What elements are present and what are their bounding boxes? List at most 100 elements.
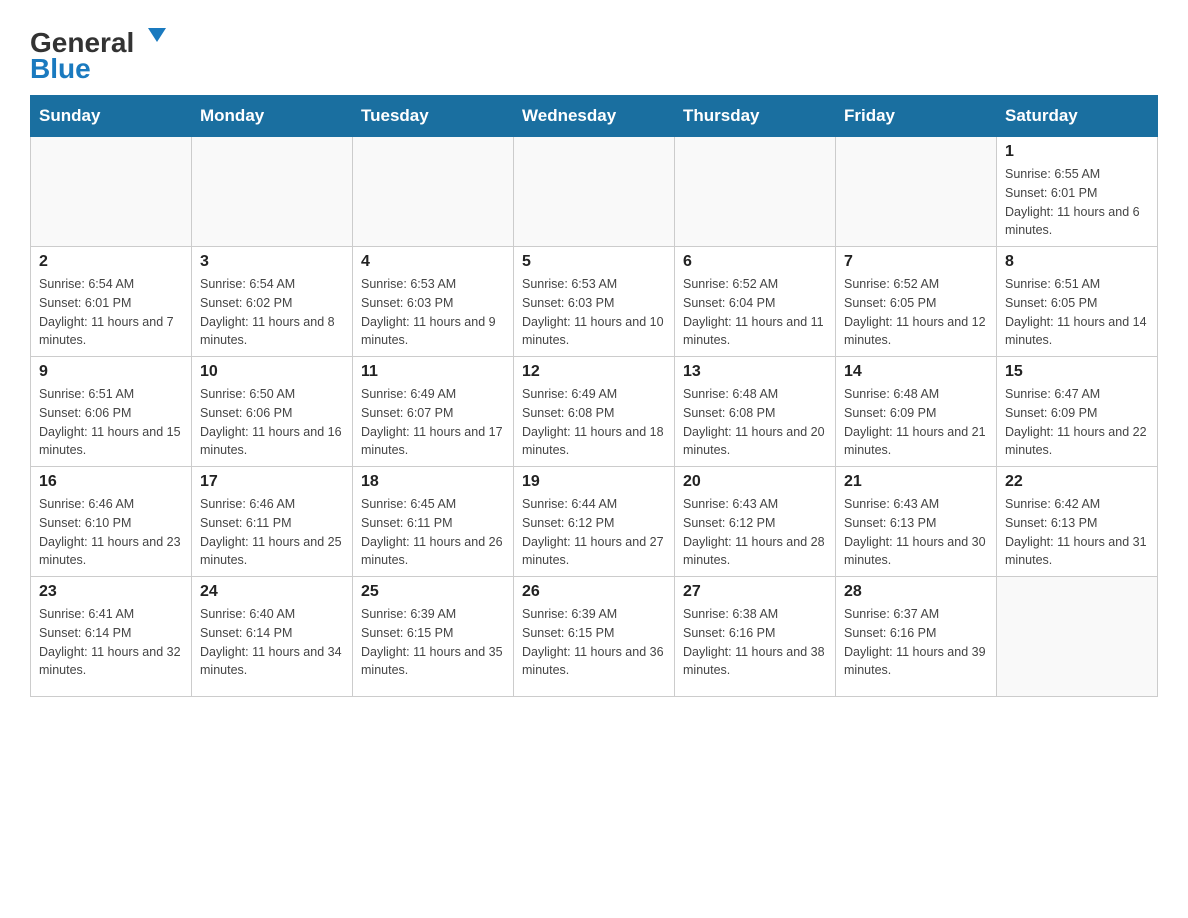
col-header-wednesday: Wednesday: [514, 96, 675, 137]
day-number: 18: [361, 473, 505, 491]
day-info: Sunrise: 6:52 AMSunset: 6:04 PMDaylight:…: [683, 275, 827, 350]
calendar-cell: [836, 137, 997, 247]
day-info: Sunrise: 6:55 AMSunset: 6:01 PMDaylight:…: [1005, 165, 1149, 240]
calendar-cell: [31, 137, 192, 247]
calendar-cell: 22 Sunrise: 6:42 AMSunset: 6:13 PMDayligh…: [997, 467, 1158, 577]
day-number: 24: [200, 583, 344, 601]
day-number: 28: [844, 583, 988, 601]
calendar-cell: [192, 137, 353, 247]
day-number: 13: [683, 363, 827, 381]
calendar-cell: 14Sunrise: 6:48 AMSunset: 6:09 PMDayligh…: [836, 357, 997, 467]
calendar-table: SundayMondayTuesdayWednesdayThursdayFrid…: [30, 95, 1158, 697]
day-info: Sunrise: 6:51 AMSunset: 6:05 PMDaylight:…: [1005, 275, 1149, 350]
day-info: Sunrise: 6:48 AMSunset: 6:08 PMDaylight:…: [683, 385, 827, 460]
day-number: 2: [39, 253, 183, 271]
day-info: Sunrise: 6:50 AMSunset: 6:06 PMDaylight:…: [200, 385, 344, 460]
calendar-cell: 18 Sunrise: 6:45 AMSunset: 6:11 PMDayligh…: [353, 467, 514, 577]
day-info: Sunrise: 6:51 AMSunset: 6:06 PMDaylight:…: [39, 385, 183, 460]
calendar-cell: 1 Sunrise: 6:55 AMSunset: 6:01 PMDaylight…: [997, 137, 1158, 247]
day-number: 26: [522, 583, 666, 601]
calendar-week-row: 9 Sunrise: 6:51 AMSunset: 6:06 PMDaylight…: [31, 357, 1158, 467]
calendar-cell: 8 Sunrise: 6:51 AMSunset: 6:05 PMDaylight…: [997, 247, 1158, 357]
calendar-week-row: 1 Sunrise: 6:55 AMSunset: 6:01 PMDaylight…: [31, 137, 1158, 247]
day-number: 10: [200, 363, 344, 381]
page-header: General Blue: [30, 20, 1158, 85]
day-number: 11: [361, 363, 505, 381]
day-number: 25: [361, 583, 505, 601]
day-number: 16: [39, 473, 183, 491]
day-info: Sunrise: 6:53 AMSunset: 6:03 PMDaylight:…: [522, 275, 666, 350]
calendar-cell: 9 Sunrise: 6:51 AMSunset: 6:06 PMDaylight…: [31, 357, 192, 467]
day-info: Sunrise: 6:54 AMSunset: 6:02 PMDaylight:…: [200, 275, 344, 350]
day-info: Sunrise: 6:46 AMSunset: 6:10 PMDaylight:…: [39, 495, 183, 570]
calendar-cell: 26 Sunrise: 6:39 AMSunset: 6:15 PMDayligh…: [514, 577, 675, 697]
calendar-cell: 6 Sunrise: 6:52 AMSunset: 6:04 PMDaylight…: [675, 247, 836, 357]
logo: General Blue: [30, 20, 190, 85]
day-info: Sunrise: 6:39 AMSunset: 6:15 PMDaylight:…: [522, 605, 666, 680]
calendar-cell: 28 Sunrise: 6:37 AMSunset: 6:16 PMDayligh…: [836, 577, 997, 697]
day-info: Sunrise: 6:43 AMSunset: 6:13 PMDaylight:…: [844, 495, 988, 570]
day-number: 3: [200, 253, 344, 271]
day-info: Sunrise: 6:46 AMSunset: 6:11 PMDaylight:…: [200, 495, 344, 570]
day-info: Sunrise: 6:49 AMSunset: 6:07 PMDaylight:…: [361, 385, 505, 460]
col-header-tuesday: Tuesday: [353, 96, 514, 137]
day-info: Sunrise: 6:44 AMSunset: 6:12 PMDaylight:…: [522, 495, 666, 570]
calendar-cell: 12Sunrise: 6:49 AMSunset: 6:08 PMDayligh…: [514, 357, 675, 467]
logo-wordmark: General Blue: [30, 20, 190, 85]
calendar-cell: 2 Sunrise: 6:54 AMSunset: 6:01 PMDaylight…: [31, 247, 192, 357]
day-info: Sunrise: 6:42 AMSunset: 6:13 PMDaylight:…: [1005, 495, 1149, 570]
calendar-cell: 10 Sunrise: 6:50 AMSunset: 6:06 PMDayligh…: [192, 357, 353, 467]
day-info: Sunrise: 6:40 AMSunset: 6:14 PMDaylight:…: [200, 605, 344, 680]
calendar-week-row: 23 Sunrise: 6:41 AMSunset: 6:14 PMDayligh…: [31, 577, 1158, 697]
day-info: Sunrise: 6:47 AMSunset: 6:09 PMDaylight:…: [1005, 385, 1149, 460]
day-info: Sunrise: 6:38 AMSunset: 6:16 PMDaylight:…: [683, 605, 827, 680]
calendar-cell: [997, 577, 1158, 697]
day-number: 7: [844, 253, 988, 271]
day-number: 22: [1005, 473, 1149, 491]
calendar-cell: 19Sunrise: 6:44 AMSunset: 6:12 PMDayligh…: [514, 467, 675, 577]
day-number: 23: [39, 583, 183, 601]
calendar-week-row: 16 Sunrise: 6:46 AMSunset: 6:10 PMDayligh…: [31, 467, 1158, 577]
calendar-cell: 16 Sunrise: 6:46 AMSunset: 6:10 PMDayligh…: [31, 467, 192, 577]
calendar-cell: [353, 137, 514, 247]
day-info: Sunrise: 6:37 AMSunset: 6:16 PMDaylight:…: [844, 605, 988, 680]
calendar-cell: 27 Sunrise: 6:38 AMSunset: 6:16 PMDayligh…: [675, 577, 836, 697]
calendar-cell: 24 Sunrise: 6:40 AMSunset: 6:14 PMDayligh…: [192, 577, 353, 697]
svg-text:Blue: Blue: [30, 53, 91, 80]
calendar-cell: 23 Sunrise: 6:41 AMSunset: 6:14 PMDayligh…: [31, 577, 192, 697]
calendar-cell: [514, 137, 675, 247]
calendar-week-row: 2 Sunrise: 6:54 AMSunset: 6:01 PMDaylight…: [31, 247, 1158, 357]
calendar-cell: 21Sunrise: 6:43 AMSunset: 6:13 PMDayligh…: [836, 467, 997, 577]
day-info: Sunrise: 6:43 AMSunset: 6:12 PMDaylight:…: [683, 495, 827, 570]
calendar-cell: 15 Sunrise: 6:47 AMSunset: 6:09 PMDayligh…: [997, 357, 1158, 467]
calendar-cell: 17 Sunrise: 6:46 AMSunset: 6:11 PMDayligh…: [192, 467, 353, 577]
day-number: 6: [683, 253, 827, 271]
day-number: 20: [683, 473, 827, 491]
day-number: 12: [522, 363, 666, 381]
day-number: 4: [361, 253, 505, 271]
calendar-cell: 5 Sunrise: 6:53 AMSunset: 6:03 PMDaylight…: [514, 247, 675, 357]
col-header-monday: Monday: [192, 96, 353, 137]
day-number: 17: [200, 473, 344, 491]
calendar-cell: 20 Sunrise: 6:43 AMSunset: 6:12 PMDayligh…: [675, 467, 836, 577]
day-info: Sunrise: 6:39 AMSunset: 6:15 PMDaylight:…: [361, 605, 505, 680]
calendar-cell: 13 Sunrise: 6:48 AMSunset: 6:08 PMDayligh…: [675, 357, 836, 467]
day-info: Sunrise: 6:54 AMSunset: 6:01 PMDaylight:…: [39, 275, 183, 350]
day-number: 27: [683, 583, 827, 601]
calendar-cell: 25 Sunrise: 6:39 AMSunset: 6:15 PMDayligh…: [353, 577, 514, 697]
day-info: Sunrise: 6:53 AMSunset: 6:03 PMDaylight:…: [361, 275, 505, 350]
day-number: 1: [1005, 143, 1149, 161]
day-number: 5: [522, 253, 666, 271]
calendar-cell: 7Sunrise: 6:52 AMSunset: 6:05 PMDaylight…: [836, 247, 997, 357]
col-header-saturday: Saturday: [997, 96, 1158, 137]
calendar-cell: [675, 137, 836, 247]
day-info: Sunrise: 6:45 AMSunset: 6:11 PMDaylight:…: [361, 495, 505, 570]
day-number: 15: [1005, 363, 1149, 381]
day-info: Sunrise: 6:41 AMSunset: 6:14 PMDaylight:…: [39, 605, 183, 680]
calendar-header-row: SundayMondayTuesdayWednesdayThursdayFrid…: [31, 96, 1158, 137]
col-header-friday: Friday: [836, 96, 997, 137]
day-number: 8: [1005, 253, 1149, 271]
calendar-cell: 11 Sunrise: 6:49 AMSunset: 6:07 PMDayligh…: [353, 357, 514, 467]
day-number: 9: [39, 363, 183, 381]
col-header-sunday: Sunday: [31, 96, 192, 137]
